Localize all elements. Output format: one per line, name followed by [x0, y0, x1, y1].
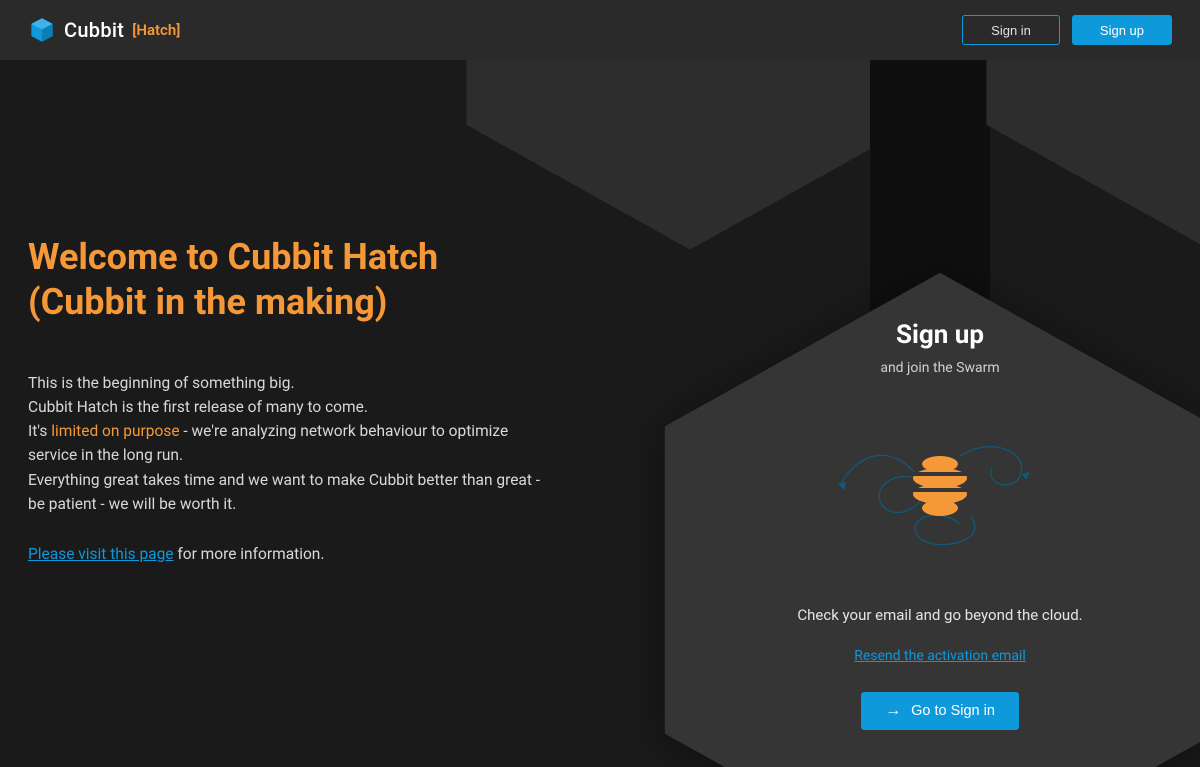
- card-subtitle: and join the Swarm: [880, 360, 999, 376]
- hero-more-info-link[interactable]: Please visit this page: [28, 545, 174, 563]
- signin-button[interactable]: Sign in: [962, 15, 1060, 45]
- bee-swarm-icon: [820, 406, 1060, 566]
- brand-name: Cubbit: [64, 18, 124, 42]
- hero-p3-accent: limited on purpose: [51, 422, 179, 440]
- brand-tag: [Hatch]: [132, 21, 180, 39]
- bee-illustration: [820, 406, 1060, 566]
- arrow-right-icon: →: [885, 702, 901, 720]
- hero-column: Welcome to Cubbit Hatch (Cubbit in the m…: [0, 60, 560, 767]
- hero-p2: Cubbit Hatch is the first release of man…: [28, 398, 368, 416]
- hero-title: Welcome to Cubbit Hatch (Cubbit in the m…: [28, 235, 560, 325]
- card-message: Check your email and go beyond the cloud…: [797, 606, 1082, 624]
- hero-p3a: It's: [28, 422, 51, 440]
- header: Cubbit [Hatch] Sign in Sign up: [0, 0, 1200, 60]
- hero-title-line1: Welcome to Cubbit Hatch: [28, 236, 438, 278]
- hero-p1: This is the beginning of something big.: [28, 374, 295, 392]
- signup-button[interactable]: Sign up: [1072, 15, 1172, 45]
- main: Welcome to Cubbit Hatch (Cubbit in the m…: [0, 60, 1200, 767]
- hero-copy: This is the beginning of something big. …: [28, 371, 560, 515]
- hero-link-after: for more information.: [174, 545, 325, 563]
- hero-p4: Everything great takes time and we want …: [28, 471, 540, 513]
- signup-card: Sign up and join the Swarm: [620, 260, 1200, 767]
- hero-title-line2: (Cubbit in the making): [28, 281, 387, 323]
- go-to-signin-button[interactable]: → Go to Sign in: [861, 692, 1019, 730]
- cube-logo-icon: [28, 16, 56, 44]
- logo[interactable]: Cubbit [Hatch]: [28, 16, 180, 44]
- hero-link-row: Please visit this page for more informat…: [28, 542, 560, 566]
- card-title: Sign up: [896, 320, 984, 350]
- go-to-signin-label: Go to Sign in: [911, 703, 995, 719]
- signup-card-content: Sign up and join the Swarm: [620, 260, 1200, 767]
- resend-activation-link[interactable]: Resend the activation email: [854, 648, 1026, 664]
